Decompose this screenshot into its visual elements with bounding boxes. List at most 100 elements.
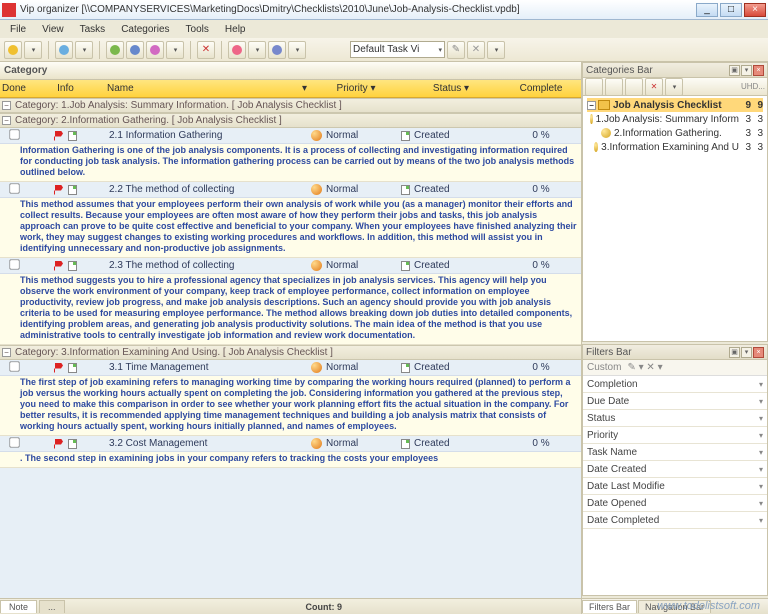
menu-view[interactable]: View [36, 22, 70, 37]
filter-item[interactable]: Status▾ [583, 410, 767, 427]
expand-icon[interactable]: − [2, 116, 11, 125]
title-bar: Vip organizer [\\COMPANYSERVICES\Marketi… [0, 0, 768, 20]
note-icon [68, 261, 77, 271]
done-checkbox[interactable] [9, 259, 19, 269]
task-row[interactable]: 3.1 Time ManagementNormalCreated0 % [0, 360, 581, 376]
toolbar-btn-8[interactable] [228, 41, 246, 59]
tree-label: Job Analysis Checklist [613, 100, 722, 111]
menu-file[interactable]: File [4, 22, 32, 37]
done-checkbox[interactable] [9, 129, 19, 139]
expand-icon[interactable]: − [2, 101, 11, 110]
tree-node[interactable]: 1.Job Analysis: Summary Inform33 [587, 112, 763, 126]
toolbar-btn-3-dd[interactable]: ▾ [75, 41, 93, 59]
filter-item[interactable]: Date Opened▾ [583, 495, 767, 512]
toolbar-clear[interactable]: ✕ [467, 41, 485, 59]
toolbar-new-dd[interactable]: ▾ [24, 41, 42, 59]
panel-close-icon[interactable]: × [753, 65, 764, 76]
filter-item[interactable]: Completion▾ [583, 376, 767, 393]
task-name: 2.1 Information Gathering [103, 130, 311, 141]
filter-item[interactable]: Date Created▾ [583, 461, 767, 478]
group-row[interactable]: −Category: 2.Information Gathering. [ Jo… [0, 113, 581, 128]
col-status[interactable]: Status ▾ [401, 83, 501, 94]
done-checkbox[interactable] [9, 437, 19, 447]
col-done[interactable]: Done [0, 83, 28, 94]
minimize-button[interactable]: _ [696, 3, 718, 17]
menu-help[interactable]: Help [219, 22, 252, 37]
fpanel-pin-icon[interactable]: ▣ [729, 347, 740, 358]
filter-item[interactable]: Task Name▾ [583, 444, 767, 461]
expand-icon[interactable]: − [2, 348, 11, 357]
maximize-button[interactable]: □ [720, 3, 742, 17]
fpanel-close-icon[interactable]: × [753, 347, 764, 358]
toolbar-pencil[interactable]: ✎ [447, 41, 465, 59]
filter-item[interactable]: Date Completed▾ [583, 512, 767, 529]
col-priority[interactable]: Priority ▾ [311, 83, 401, 94]
cat-tb-4[interactable]: ✕ [645, 78, 663, 96]
key-icon [601, 128, 611, 138]
toolbar-btn-3[interactable] [55, 41, 73, 59]
done-checkbox[interactable] [9, 183, 19, 193]
toolbar-btn-8-dd[interactable]: ▾ [248, 41, 266, 59]
toolbar-btn-6[interactable] [146, 41, 164, 59]
toolbar-delete[interactable]: ✕ [197, 41, 215, 59]
toolbar-btn-9[interactable] [268, 41, 286, 59]
toolbar-btn-6-dd[interactable]: ▾ [166, 41, 184, 59]
panel-pin-icon[interactable]: ▣ [729, 65, 740, 76]
task-row[interactable]: 2.1 Information GatheringNormalCreated0 … [0, 128, 581, 144]
key-icon [590, 114, 592, 124]
toolbar-btn-5[interactable] [126, 41, 144, 59]
tree-node[interactable]: 2.Information Gathering.33 [587, 126, 763, 140]
tree-node[interactable]: −Job Analysis Checklist99 [587, 98, 763, 112]
tree-expand-icon[interactable]: − [587, 101, 596, 110]
status-value: Created [414, 184, 450, 195]
task-row[interactable]: 3.2 Cost ManagementNormalCreated0 % [0, 436, 581, 452]
category-tree[interactable]: −Job Analysis Checklist991.Job Analysis:… [583, 96, 767, 341]
flag-icon [54, 363, 64, 373]
flag-icon [54, 185, 64, 195]
col-name[interactable]: Name ▾ [103, 83, 311, 94]
cat-tb-2[interactable] [605, 78, 623, 96]
close-button[interactable]: × [744, 3, 766, 17]
toolbar-new[interactable] [4, 41, 22, 59]
tab-more[interactable]: ... [39, 600, 65, 613]
filter-item[interactable]: Priority▾ [583, 427, 767, 444]
col-info[interactable]: Info [28, 83, 103, 94]
toolbar-btn-10-dd[interactable]: ▾ [487, 41, 505, 59]
task-row[interactable]: 2.2 The method of collectingNormalCreate… [0, 182, 581, 198]
filters-panel-title: Filters Bar [586, 347, 632, 358]
tab-filters-bar[interactable]: Filters Bar [582, 600, 637, 613]
filter-custom-row[interactable]: Custom ✎ ▾ ✕ ▾ [583, 360, 767, 376]
menu-tasks[interactable]: Tasks [74, 22, 112, 37]
priority-icon [311, 438, 322, 449]
chevron-down-icon: ▾ [759, 431, 763, 440]
filter-item[interactable]: Date Last Modifie▾ [583, 478, 767, 495]
category-bar[interactable]: Category [0, 62, 581, 80]
cat-tb-1[interactable] [585, 78, 603, 96]
tab-note[interactable]: Note [0, 600, 37, 613]
task-grid-panel: Category Done Info Name ▾ Priority ▾ Sta… [0, 62, 582, 614]
toolbar-btn-9-dd[interactable]: ▾ [288, 41, 306, 59]
chevron-down-icon: ▾ [759, 380, 763, 389]
done-checkbox[interactable] [9, 361, 19, 371]
filter-item[interactable]: Due Date▾ [583, 393, 767, 410]
panel-dd-icon[interactable]: ▾ [741, 65, 752, 76]
task-row[interactable]: 2.3 The method of collectingNormalCreate… [0, 258, 581, 274]
grid-header: Done Info Name ▾ Priority ▾ Status ▾ Com… [0, 80, 581, 98]
cat-tb-5[interactable]: ▾ [665, 78, 683, 96]
group-row[interactable]: −Category: 1.Job Analysis: Summary Infor… [0, 98, 581, 113]
group-label: Category: 2.Information Gathering. [ Job… [15, 115, 282, 126]
filter-label: Date Last Modifie [587, 481, 665, 492]
status-count: Count: 9 [306, 602, 343, 612]
cat-tb-3[interactable] [625, 78, 643, 96]
col-complete[interactable]: Complete [501, 83, 581, 94]
menu-tools[interactable]: Tools [180, 22, 215, 37]
menu-bar: File View Tasks Categories Tools Help [0, 20, 768, 38]
toolbar-btn-4[interactable] [106, 41, 124, 59]
priority-value: Normal [326, 130, 358, 141]
tree-node[interactable]: 3.Information Examining And U33 [587, 140, 763, 154]
group-row[interactable]: −Category: 3.Information Examining And U… [0, 345, 581, 360]
menu-categories[interactable]: Categories [115, 22, 175, 37]
fpanel-dd-icon[interactable]: ▾ [741, 347, 752, 358]
task-view-combo[interactable]: Default Task Vi ▾ [350, 41, 445, 58]
filters-list: Completion▾Due Date▾Status▾Priority▾Task… [583, 376, 767, 529]
